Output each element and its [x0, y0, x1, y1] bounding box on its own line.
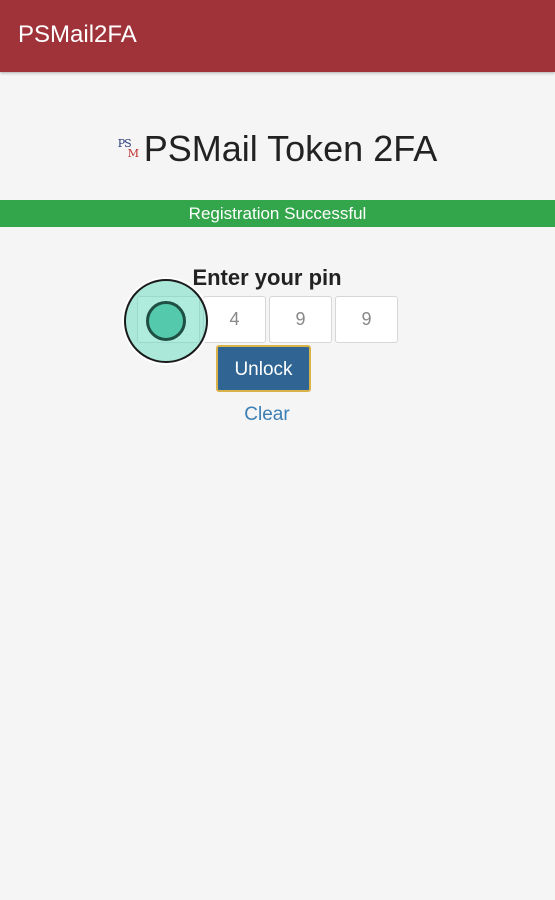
psmail-logo-icon: PS M: [118, 138, 142, 164]
unlock-button[interactable]: Unlock: [216, 345, 311, 392]
pin-digit-2-input[interactable]: 4: [203, 296, 266, 343]
touch-indicator-dot: [146, 301, 186, 341]
app-title: PSMail2FA: [18, 21, 137, 48]
pin-label: Enter your pin: [192, 265, 342, 290]
pin-digit-3-input[interactable]: 9: [269, 296, 332, 343]
pin-digit-4-input[interactable]: 9: [335, 296, 398, 343]
registration-status-banner: Registration Successful: [0, 200, 555, 227]
logo-m-text: M: [127, 147, 140, 160]
app-bar: PSMail2FA: [0, 0, 555, 72]
clear-link[interactable]: Clear: [217, 403, 317, 427]
header-logo-row: PS M PSMail Token 2FA: [0, 124, 555, 174]
page-title: PSMail Token 2FA: [143, 128, 438, 169]
